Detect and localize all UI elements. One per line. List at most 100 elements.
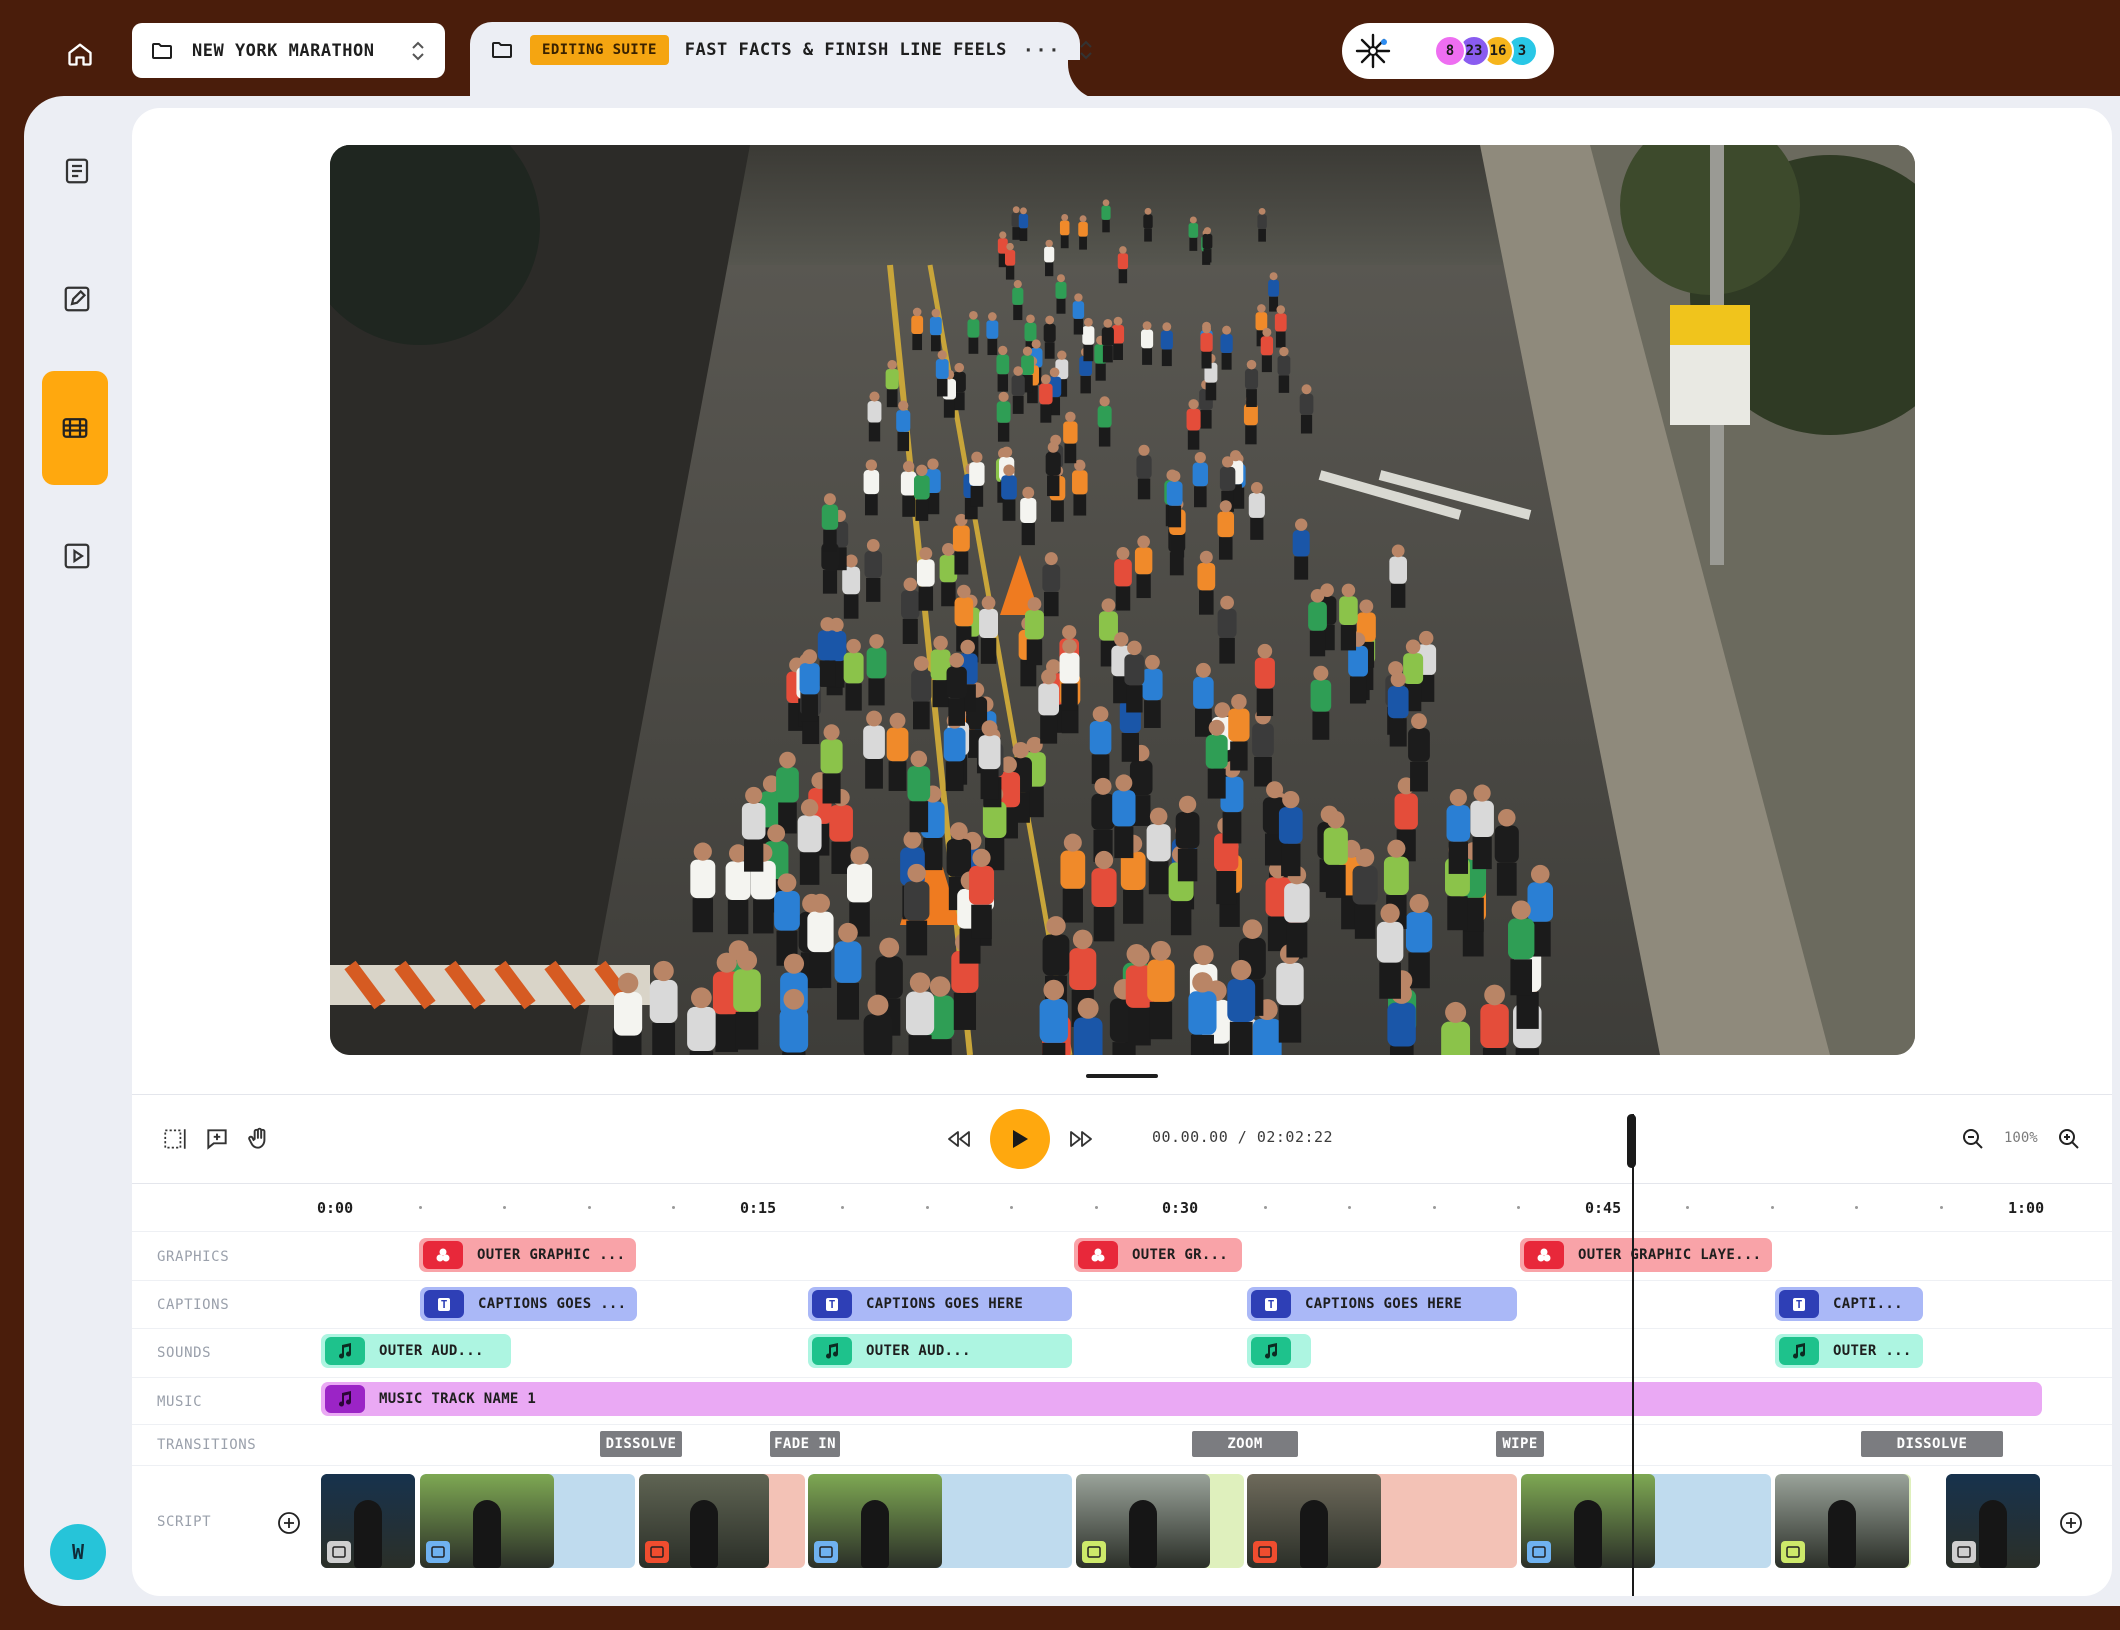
- sound-clip[interactable]: OUTER AUD...: [321, 1334, 511, 1368]
- caption-clip[interactable]: T CAPTI...: [1775, 1287, 1923, 1321]
- add-script-start-button[interactable]: [276, 1510, 302, 1536]
- cam-icon: [1253, 1541, 1277, 1563]
- row-divider: [132, 1424, 2112, 1425]
- script-segment[interactable]: [1076, 1474, 1244, 1568]
- thumbnail-figure: [354, 1500, 382, 1568]
- ruler-tick: [418, 1206, 422, 1209]
- clip-label: MUSIC TRACK NAME 1: [379, 1391, 537, 1407]
- script-segment[interactable]: [321, 1474, 415, 1568]
- home-icon: [68, 43, 92, 66]
- add-script-end-button[interactable]: [2058, 1510, 2084, 1536]
- music-note-icon: [812, 1337, 852, 1365]
- play-button[interactable]: [990, 1109, 1050, 1169]
- video-preview[interactable]: [330, 145, 1915, 1055]
- episode-tab-content: EDITING SUITE FAST FACTS & FINISH LINE F…: [490, 22, 1095, 78]
- playhead-handle[interactable]: [1627, 1114, 1636, 1168]
- script-segment[interactable]: [1946, 1474, 2040, 1568]
- user-avatar[interactable]: W: [50, 1524, 106, 1580]
- track-label-captions: CAPTIONS: [157, 1297, 230, 1313]
- script-segment[interactable]: [420, 1474, 635, 1568]
- graphics-clip[interactable]: OUTER GRAPHIC LAYE...: [1520, 1238, 1772, 1272]
- home-button[interactable]: [60, 34, 100, 74]
- divider: [132, 1094, 2112, 1095]
- transition-wipe[interactable]: WIPE: [1496, 1431, 1544, 1457]
- project-name: NEW YORK MARATHON: [192, 40, 375, 61]
- more-options-button[interactable]: ···: [1023, 40, 1062, 61]
- cam-icon: [645, 1541, 669, 1563]
- caption-clip[interactable]: T CAPTIONS GOES HERE: [808, 1287, 1072, 1321]
- script-segment[interactable]: [639, 1474, 805, 1568]
- text-icon: T: [424, 1290, 464, 1318]
- zoom-in-button[interactable]: [2054, 1124, 2084, 1154]
- transition-dissolve[interactable]: DISSOLVE: [1861, 1431, 2003, 1457]
- script-thumbnail: [420, 1474, 554, 1568]
- zoom-in-icon: [2059, 1129, 2079, 1149]
- collaborators-pill[interactable]: 8 23 16 3: [1342, 23, 1554, 79]
- plus-circle-icon: [2060, 1512, 2082, 1534]
- ruler-tick: [1094, 1206, 1098, 1209]
- script-thumbnail: [1946, 1474, 2040, 1568]
- sidebar-item-edit[interactable]: [42, 264, 112, 334]
- row-divider: [132, 1280, 2112, 1281]
- play-square-icon: [64, 543, 90, 569]
- clip-label: OUTER ...: [1833, 1343, 1912, 1359]
- ruler-tick: [925, 1206, 929, 1209]
- resize-handle[interactable]: [1086, 1074, 1158, 1078]
- clip-label: CAPTI...: [1833, 1296, 1903, 1312]
- script-thumbnail: [1521, 1474, 1655, 1568]
- rewind-button[interactable]: [944, 1124, 974, 1154]
- sidebar-item-timeline[interactable]: [42, 371, 108, 485]
- timecode-readout: 00.00.00 / 02:02:22: [1152, 1128, 1334, 1146]
- person-icon: [814, 1541, 838, 1563]
- script-segment[interactable]: [1521, 1474, 1771, 1568]
- ruler-label: 0:30: [1162, 1199, 1199, 1217]
- text-icon: T: [1251, 1290, 1291, 1318]
- add-comment-button[interactable]: [202, 1124, 232, 1154]
- sound-clip[interactable]: OUTER ...: [1775, 1334, 1923, 1368]
- runner-figure: [687, 987, 716, 1055]
- select-tool-button[interactable]: [160, 1124, 190, 1154]
- thumbnail-figure: [861, 1500, 889, 1568]
- ruler-tick: [1432, 1206, 1436, 1209]
- episode-title: FAST FACTS & FINISH LINE FEELS: [684, 40, 1007, 60]
- track-label-sounds: SOUNDS: [157, 1345, 212, 1361]
- zoom-out-button[interactable]: [1958, 1124, 1988, 1154]
- collaborator-count-badge[interactable]: 8: [1434, 35, 1466, 67]
- clip-label: OUTER GRAPHIC LAYE...: [1578, 1247, 1762, 1263]
- sidebar-item-script[interactable]: [42, 136, 112, 206]
- runner-figure: [1188, 972, 1217, 1055]
- caption-clip[interactable]: T CAPTIONS GOES ...: [420, 1287, 637, 1321]
- script-segment[interactable]: [1775, 1474, 1911, 1568]
- transition-fade-in[interactable]: FADE IN: [770, 1431, 840, 1457]
- transition-dissolve[interactable]: DISSOLVE: [600, 1431, 682, 1457]
- clip-label: CAPTIONS GOES HERE: [1305, 1296, 1463, 1312]
- thumbnail-figure: [1300, 1500, 1328, 1568]
- sound-clip[interactable]: [1247, 1334, 1311, 1368]
- chevron-updown-icon: [412, 41, 424, 60]
- sound-clip[interactable]: OUTER AUD...: [808, 1334, 1072, 1368]
- fast-forward-button[interactable]: [1066, 1124, 1096, 1154]
- collaborator-avatars[interactable]: 8 23 16 3: [1434, 35, 1538, 67]
- graphics-clip[interactable]: OUTER GR...: [1074, 1238, 1242, 1272]
- script-segment[interactable]: [808, 1474, 1072, 1568]
- track-label-transitions: TRANSITIONS: [157, 1437, 257, 1453]
- graphics-clip[interactable]: OUTER GRAPHIC ...: [419, 1238, 636, 1272]
- chevron-updown-icon[interactable]: [1077, 39, 1095, 61]
- ruler-tick: [1263, 1206, 1267, 1209]
- thumbnail-figure: [1828, 1500, 1856, 1568]
- transition-zoom[interactable]: ZOOM: [1192, 1431, 1298, 1457]
- caption-clip[interactable]: T CAPTIONS GOES HERE: [1247, 1287, 1517, 1321]
- clip-label: OUTER GR...: [1132, 1247, 1229, 1263]
- clip-label: OUTER GRAPHIC ...: [477, 1247, 626, 1263]
- text-icon: T: [812, 1290, 852, 1318]
- hand-tool-button[interactable]: [244, 1124, 274, 1154]
- film-icon: [62, 418, 88, 438]
- sidebar-item-preview[interactable]: [42, 521, 112, 591]
- script-segment[interactable]: [1247, 1474, 1517, 1568]
- music-clip[interactable]: MUSIC TRACK NAME 1: [321, 1382, 2042, 1416]
- row-divider: [132, 1231, 2112, 1232]
- script-thumbnail: [808, 1474, 942, 1568]
- person-icon: [426, 1541, 450, 1563]
- ruler-tick: [587, 1206, 591, 1209]
- project-selector[interactable]: NEW YORK MARATHON: [132, 23, 445, 78]
